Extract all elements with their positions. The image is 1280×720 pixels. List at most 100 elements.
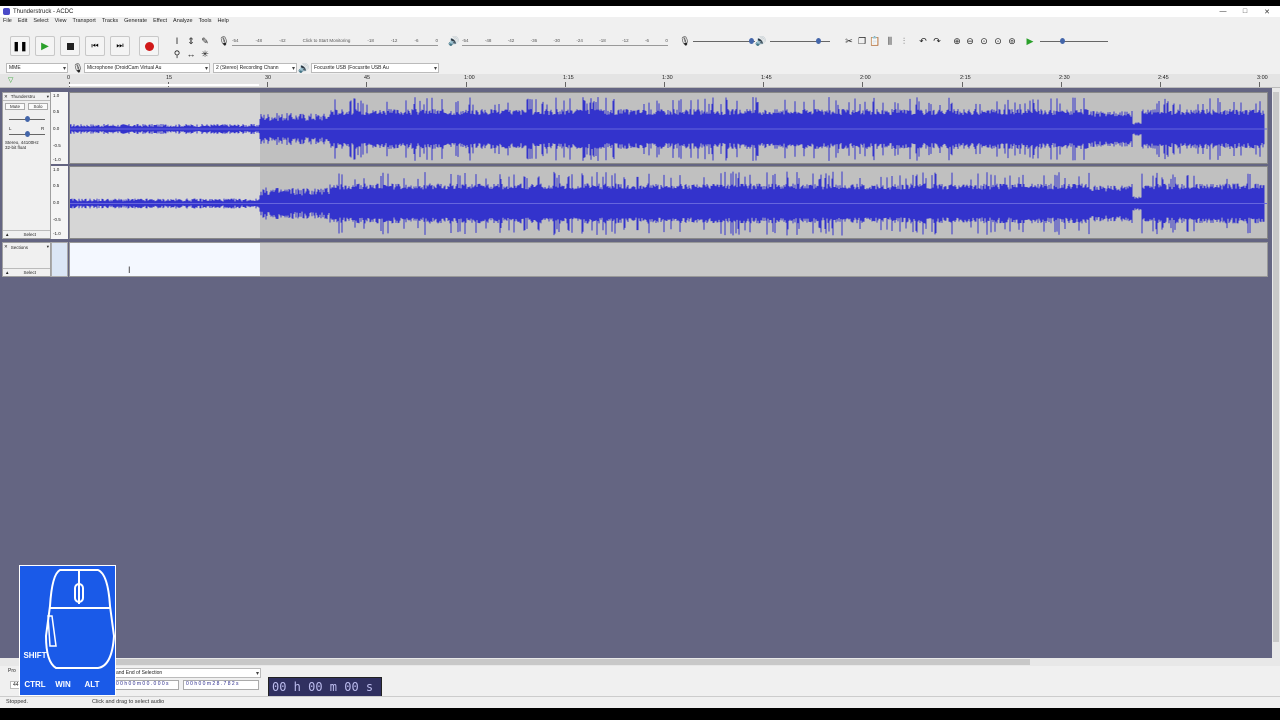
ruler-label: 0.0 [53, 200, 60, 205]
label-track-collapse-icon[interactable]: ▲ [5, 270, 9, 275]
track-close-icon[interactable]: ✕ [4, 94, 8, 100]
track-menu-chevron-icon[interactable]: ▾ [47, 94, 49, 100]
timeline-options-icon[interactable]: ▽ [8, 76, 13, 84]
timeline-tick-mark [962, 82, 963, 87]
fit-selection-icon[interactable]: ⊙ [978, 35, 990, 47]
menu-transport[interactable]: Transport [69, 18, 98, 28]
menu-select[interactable]: Select [30, 18, 51, 28]
trim-icon[interactable]: ⫼ [884, 35, 896, 47]
selection-tool-icon[interactable]: I [171, 35, 183, 47]
timeline-tick-label: 30 [265, 75, 272, 81]
vertical-scrollbar[interactable] [1272, 88, 1280, 666]
track-select-button[interactable]: Select [23, 232, 36, 237]
copy-icon[interactable]: ❐ [856, 35, 868, 47]
menu-effect[interactable]: Effect [150, 18, 170, 28]
label-track-select-button[interactable]: Select [23, 270, 36, 275]
cut-icon[interactable]: ✂ [843, 35, 855, 47]
output-device-select[interactable]: Focusrite USB (Focusrite USB Au [311, 63, 439, 73]
selection-mode-select[interactable]: and End of Selection [113, 668, 261, 678]
selection-start-field[interactable]: 0 0 h 0 0 m 0 0 . 0 0 0 s [113, 680, 179, 690]
timeline-ruler[interactable]: ▽ 0 15 30 45 1:00 1:15 1:30 1:45 2:00 2:15 2:30 2:4… [0, 74, 1280, 88]
menu-view[interactable]: View [52, 18, 70, 28]
close-button[interactable]: ✕ [1256, 6, 1278, 17]
waveform-right [70, 167, 1267, 238]
collapse-icon[interactable]: ▲ [5, 232, 9, 237]
minimize-button[interactable]: — [1212, 6, 1234, 17]
skip-to-start-button[interactable]: ⏮ [85, 36, 105, 56]
play-button[interactable]: ▶ [35, 36, 55, 56]
redo-icon[interactable]: ↷ [931, 35, 943, 47]
record-meter-mic-icon[interactable]: 🎙 [218, 35, 230, 47]
paste-icon[interactable]: 📋 [869, 35, 881, 47]
pan-slider[interactable]: L R [3, 126, 50, 140]
vertical-ruler-right[interactable]: 1.0 0.5 0.0 -0.5 -1.0 [51, 166, 68, 239]
audio-track-name[interactable]: Thunderstru [11, 94, 35, 99]
ruler-label: -0.5 [53, 217, 61, 222]
audio-host-select[interactable]: MME [6, 63, 68, 73]
input-device-select[interactable]: Microphone (DroidCam Virtual Au [84, 63, 210, 73]
skip-to-end-button[interactable]: ⏭ [110, 36, 130, 56]
fit-project-icon[interactable]: ⊙ [992, 35, 1004, 47]
undo-icon[interactable]: ↶ [917, 35, 929, 47]
label-track-menu-chevron-icon[interactable]: ▾ [47, 244, 49, 250]
silence-icon[interactable]: ⫶ [898, 35, 910, 47]
envelope-tool-icon[interactable]: ⇕ [185, 35, 197, 47]
menu-generate[interactable]: Generate [121, 18, 150, 28]
tracks-area[interactable]: ✕ Thunderstru ▾ Mute Solo L R Stereo, 44… [0, 88, 1272, 658]
label-track-close-icon[interactable]: ✕ [4, 244, 8, 250]
waveform-right-channel[interactable] [69, 166, 1268, 239]
record-meter-tick: 0 [435, 38, 438, 43]
solo-button[interactable]: Solo [28, 103, 48, 110]
menu-analyze[interactable]: Analyze [170, 18, 196, 28]
ruler-label: -1.0 [53, 157, 61, 162]
label-track-area[interactable]: I [69, 242, 1268, 277]
click-to-start-monitoring[interactable]: Click to Start Monitoring [303, 38, 351, 43]
play-speed-thumb[interactable] [1060, 38, 1065, 44]
play-speed-slider[interactable] [1040, 41, 1108, 42]
menu-tracks[interactable]: Tracks [99, 18, 121, 28]
shift-key-indicator: SHIFT [23, 650, 47, 660]
play-at-speed-icon[interactable]: ▶ [1024, 35, 1036, 47]
menu-tools[interactable]: Tools [196, 18, 215, 28]
playback-meter[interactable]: -54 -48 -42 -36 -30 -24 -18 -12 -6 0 [462, 36, 668, 46]
play-meter-tick: -6 [645, 38, 650, 43]
waveform-left-channel[interactable] [69, 92, 1268, 164]
horizontal-scroll-thumb[interactable] [60, 659, 1030, 665]
recording-volume-slider[interactable] [693, 41, 755, 42]
recording-volume-thumb[interactable] [749, 38, 754, 44]
label-track-name[interactable]: Sections [11, 245, 28, 250]
zoom-in-icon[interactable]: ⊕ [951, 35, 963, 47]
selection-toolbar: Pro 44 and End of Selection 0 0 h 0 0 m … [0, 666, 1280, 697]
zoom-out-icon[interactable]: ⊖ [964, 35, 976, 47]
menu-edit[interactable]: Edit [15, 18, 30, 28]
pause-button[interactable]: ❚❚ [10, 36, 30, 56]
mute-button[interactable]: Mute [5, 103, 25, 110]
gain-slider[interactable] [3, 112, 50, 126]
menu-help[interactable]: Help [214, 18, 231, 28]
vertical-scroll-thumb[interactable] [1273, 92, 1279, 642]
selection-end-field[interactable]: 0 0 h 0 0 m 2 8 . 7 8 2 s [183, 680, 259, 690]
stop-button[interactable] [60, 36, 80, 56]
draw-tool-icon[interactable]: ✎ [199, 35, 211, 47]
channels-select[interactable]: 2 (Stereo) Recording Chann [213, 63, 297, 73]
zoom-tool-icon[interactable]: ⚲ [171, 48, 183, 60]
record-button[interactable] [139, 36, 159, 56]
maximize-button[interactable]: □ [1234, 6, 1256, 17]
playback-volume-slider[interactable] [770, 41, 830, 42]
zoom-toggle-icon[interactable]: ⊚ [1006, 35, 1018, 47]
vertical-ruler-left[interactable]: 1.0 0.5 0.0 -0.5 -1.0 [51, 92, 68, 164]
record-meter[interactable]: -54 -48 -42 Click to Start Monitoring -1… [232, 36, 438, 46]
pan-right-label: R [41, 126, 45, 131]
playback-volume-thumb[interactable] [816, 38, 821, 44]
ruler-label: 1.0 [53, 167, 60, 172]
pause-icon: ❚❚ [12, 40, 28, 51]
multi-tool-icon[interactable]: ✳ [199, 48, 211, 60]
menu-file[interactable]: File [0, 18, 15, 28]
timeshift-tool-icon[interactable]: ↔ [185, 48, 197, 60]
play-icon: ▶ [41, 40, 49, 52]
horizontal-scrollbar[interactable] [0, 658, 1272, 666]
audio-position-display[interactable]: 00 h 00 m 00 s [268, 677, 382, 697]
play-meter-speaker-icon[interactable]: 🔊 [448, 35, 460, 47]
ruler-label: 1.0 [53, 93, 60, 98]
label-track-gutter [51, 242, 68, 277]
